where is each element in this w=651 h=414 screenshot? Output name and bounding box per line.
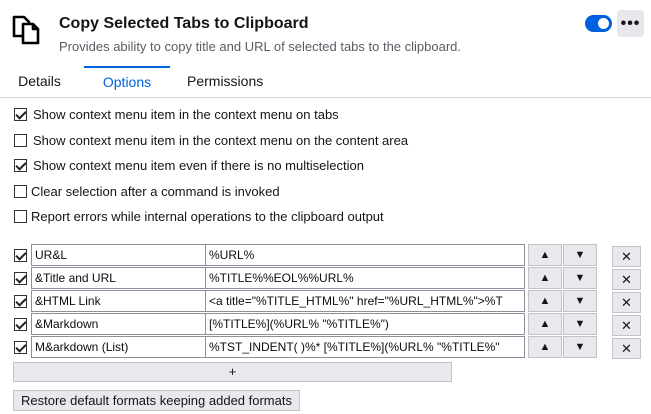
more-options-button[interactable]: ••• [617, 10, 644, 37]
checkbox[interactable] [14, 133, 27, 147]
delete-row-button[interactable]: ✕ [612, 246, 641, 267]
move-up-button[interactable]: ▲ [528, 267, 562, 289]
restore-defaults-button[interactable]: Restore default formats keeping added fo… [13, 390, 300, 411]
checkbox[interactable] [14, 158, 27, 172]
option-clear-selection[interactable]: Clear selection after a command is invok… [14, 182, 280, 200]
format-template-input[interactable]: %URL% [205, 244, 525, 266]
toggle-knob [598, 18, 609, 29]
format-checkbox[interactable] [14, 249, 27, 262]
format-checkbox[interactable] [14, 295, 27, 308]
checkbox[interactable] [14, 184, 27, 198]
format-template-input[interactable]: %TITLE%%EOL%%URL% [205, 267, 525, 289]
move-down-button[interactable]: ▼ [563, 244, 597, 266]
option-label: Report errors while internal operations … [31, 208, 384, 224]
option-context-menu-tabs[interactable]: Show context menu item in the context me… [14, 105, 339, 123]
format-name-input[interactable]: &HTML Link [31, 290, 218, 312]
move-up-button[interactable]: ▲ [528, 336, 562, 358]
option-report-errors[interactable]: Report errors while internal operations … [14, 207, 384, 225]
extension-title: Copy Selected Tabs to Clipboard [59, 15, 309, 32]
delete-row-button[interactable]: ✕ [612, 292, 641, 313]
format-template-input[interactable]: <a title="%TITLE_HTML%" href="%URL_HTML%… [205, 290, 525, 312]
move-up-button[interactable]: ▲ [528, 244, 562, 266]
checkbox[interactable] [14, 209, 27, 223]
delete-row-button[interactable]: ✕ [612, 269, 641, 290]
tab-permissions[interactable]: Permissions [187, 66, 263, 98]
option-label: Show context menu item in the context me… [33, 132, 409, 148]
move-up-button[interactable]: ▲ [528, 290, 562, 312]
option-no-multiselection[interactable]: Show context menu item even if there is … [14, 156, 364, 174]
copy-documents-icon [12, 15, 40, 45]
option-label: Show context menu item even if there is … [33, 157, 364, 173]
enable-toggle[interactable] [585, 15, 612, 32]
move-down-button[interactable]: ▼ [563, 290, 597, 312]
format-checkbox[interactable] [14, 272, 27, 285]
format-template-input[interactable]: %TST_INDENT( )%* [%TITLE%](%URL% "%TITLE… [205, 336, 525, 358]
move-down-button[interactable]: ▼ [563, 313, 597, 335]
delete-row-button[interactable]: ✕ [612, 338, 641, 359]
extension-description: Provides ability to copy title and URL o… [59, 39, 462, 54]
tab-details[interactable]: Details [18, 66, 61, 98]
option-label: Show context menu item in the context me… [33, 106, 339, 122]
format-template-input[interactable]: [%TITLE%](%URL% "%TITLE%") [205, 313, 525, 335]
move-down-button[interactable]: ▼ [563, 336, 597, 358]
move-down-button[interactable]: ▼ [563, 267, 597, 289]
move-up-button[interactable]: ▲ [528, 313, 562, 335]
format-name-input[interactable]: &Title and URL [31, 267, 218, 289]
format-checkbox[interactable] [14, 318, 27, 331]
add-format-button[interactable]: + [13, 362, 452, 382]
format-name-input[interactable]: &Markdown [31, 313, 218, 335]
format-checkbox[interactable] [14, 341, 27, 354]
format-name-input[interactable]: M&arkdown (List) [31, 336, 218, 358]
tab-options[interactable]: Options [84, 66, 170, 98]
checkbox[interactable] [14, 107, 27, 121]
option-label: Clear selection after a command is invok… [31, 183, 280, 199]
delete-row-button[interactable]: ✕ [612, 315, 641, 336]
option-context-menu-content[interactable]: Show context menu item in the context me… [14, 131, 408, 149]
tab-bar: Details Options Permissions [0, 66, 651, 98]
format-name-input[interactable]: UR&L [31, 244, 218, 266]
extension-header: Copy Selected Tabs to Clipboard Provides… [0, 0, 651, 64]
